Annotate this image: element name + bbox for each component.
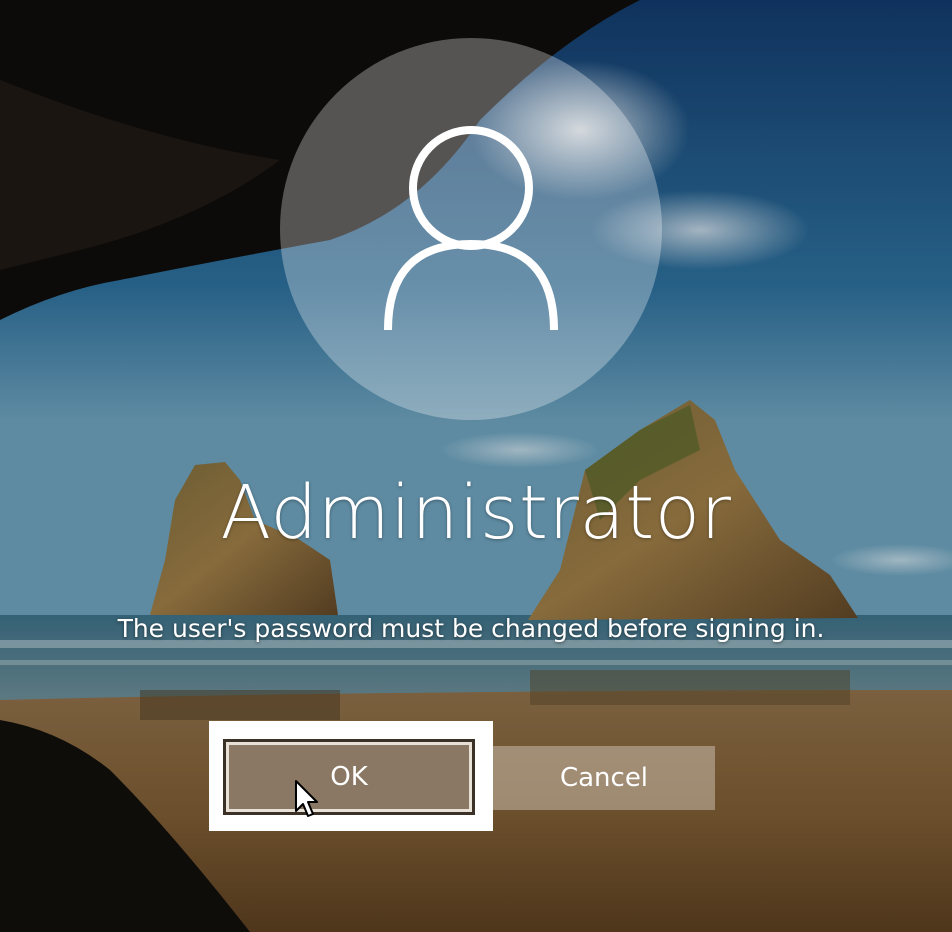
user-silhouette-icon [384,126,558,331]
user-avatar [280,38,662,420]
cancel-button[interactable]: Cancel [493,746,715,810]
mouse-pointer-icon [295,780,318,817]
user-name: Administrator [220,470,732,556]
ok-button[interactable]: OK [223,739,475,815]
password-change-message: The user's password must be changed befo… [117,614,825,643]
